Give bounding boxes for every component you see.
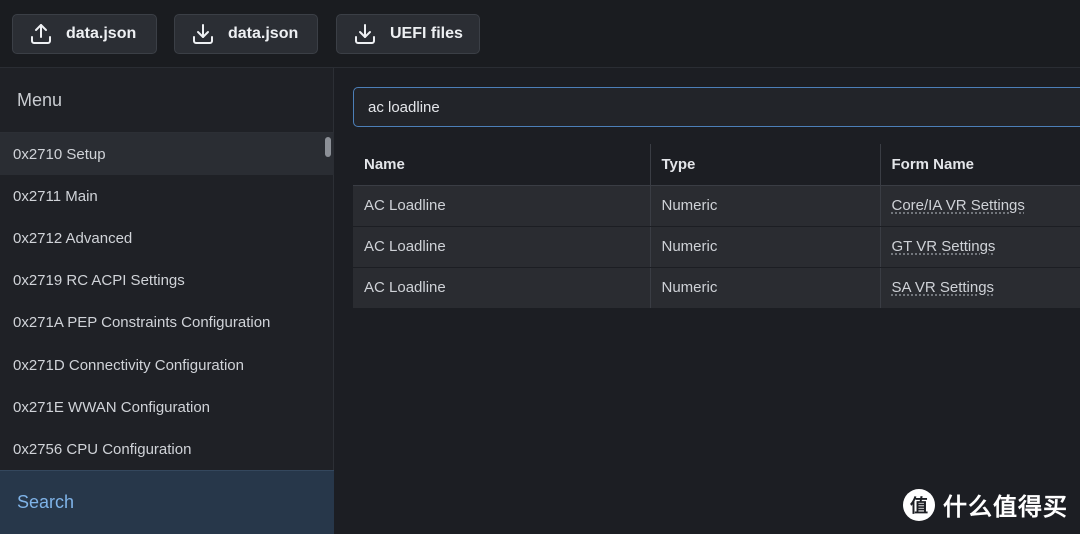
cell-type: Numeric	[649, 226, 880, 268]
cell-form-name: SA VR Settings	[879, 267, 1080, 309]
cell-name: AC Loadline	[353, 226, 650, 268]
form-name-link[interactable]: Core/IA VR Settings	[892, 197, 1025, 214]
cell-type: Numeric	[649, 267, 880, 309]
toolbar: data.json data.json UEFI files	[0, 0, 1080, 68]
upload-icon	[29, 22, 53, 46]
column-header-name[interactable]: Name	[353, 144, 650, 186]
menu-item-cpu[interactable]: 0x2756 CPU Configuration	[0, 428, 334, 470]
menu-item-main[interactable]: 0x2711 Main	[0, 175, 334, 217]
uefi-button-label: UEFI files	[390, 25, 463, 42]
menu-item-connectivity[interactable]: 0x271D Connectivity Configuration	[0, 344, 334, 386]
main-panel: Name Type Form Name AC Loadline Numeric …	[334, 68, 1080, 534]
menu-item-rc-acpi-settings[interactable]: 0x2719 RC ACPI Settings	[0, 260, 334, 302]
menu-item-pep-constraints[interactable]: 0x271A PEP Constraints Configuration	[0, 302, 334, 344]
cell-form-name: Core/IA VR Settings	[879, 185, 1080, 227]
cell-form-name: GT VR Settings	[879, 226, 1080, 268]
menu-item-advanced[interactable]: 0x2712 Advanced	[0, 217, 334, 259]
menu-item-wwan[interactable]: 0x271E WWAN Configuration	[0, 386, 334, 428]
menu-item-setup[interactable]: 0x2710 Setup	[0, 133, 334, 176]
menu-scrollbar[interactable]	[325, 137, 331, 157]
download-uefi-files-button[interactable]: UEFI files	[336, 14, 480, 54]
app-window: data.json data.json UEFI files Menu 0x27…	[0, 0, 1080, 534]
table-row[interactable]: AC Loadline Numeric SA VR Settings	[353, 267, 1080, 309]
upload-data-json-button[interactable]: data.json	[12, 14, 157, 54]
cell-name: AC Loadline	[353, 267, 650, 309]
download-button-label: data.json	[228, 25, 299, 42]
results-table: Name Type Form Name AC Loadline Numeric …	[353, 144, 1080, 309]
table-row[interactable]: AC Loadline Numeric GT VR Settings	[353, 226, 1080, 268]
search-panel-label: Search	[17, 492, 75, 512]
download-icon	[353, 22, 377, 46]
table-header-row: Name Type Form Name	[353, 144, 1080, 186]
cell-name: AC Loadline	[353, 185, 650, 227]
cell-type: Numeric	[649, 185, 880, 227]
menu-list[interactable]: 0x2710 Setup 0x2711 Main 0x2712 Advanced…	[0, 132, 334, 470]
form-name-link[interactable]: SA VR Settings	[892, 279, 995, 296]
search-panel-tab[interactable]: Search	[0, 470, 334, 534]
download-data-json-button[interactable]: data.json	[174, 14, 318, 54]
upload-button-label: data.json	[66, 25, 137, 42]
search-input[interactable]	[353, 87, 1080, 127]
sidebar: Menu 0x2710 Setup 0x2711 Main 0x2712 Adv…	[0, 68, 334, 534]
watermark-logo: 值	[903, 488, 935, 521]
watermark-text: 什么值得买	[943, 494, 1068, 521]
form-name-link[interactable]: GT VR Settings	[892, 238, 996, 255]
column-header-type[interactable]: Type	[649, 144, 880, 186]
column-header-form-name[interactable]: Form Name	[879, 144, 1080, 186]
download-icon	[191, 22, 215, 46]
menu-title: Menu	[17, 90, 63, 110]
watermark: 值 什么值得买	[903, 487, 1068, 522]
table-row[interactable]: AC Loadline Numeric Core/IA VR Settings	[353, 185, 1080, 227]
